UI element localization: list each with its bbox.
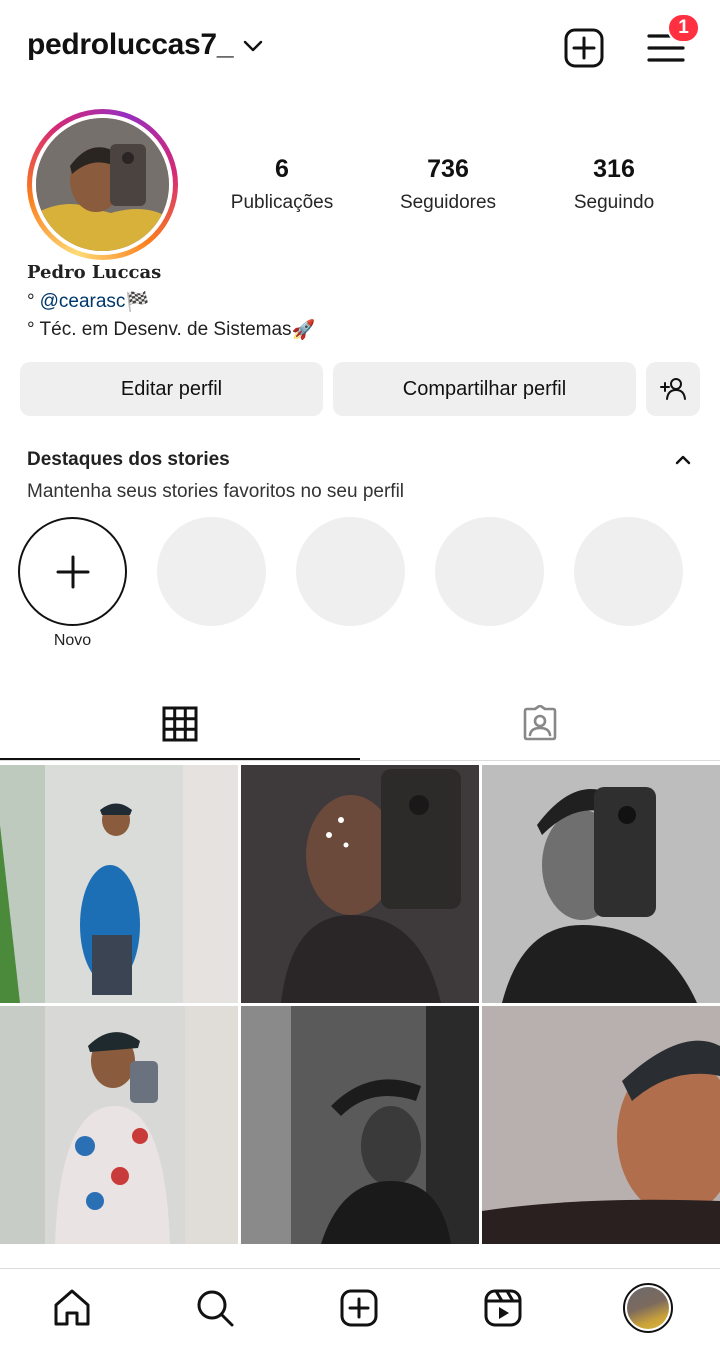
- post-thumbnail[interactable]: [482, 1006, 720, 1244]
- rocket-emoji: 🚀: [291, 320, 316, 341]
- highlights-subtitle: Mantenha seus stories favoritos no seu p…: [27, 481, 405, 502]
- post-thumbnail[interactable]: [241, 765, 479, 1003]
- top-bar: pedroluccas7_ 1: [0, 0, 720, 96]
- nav-search[interactable]: [190, 1283, 240, 1333]
- home-icon: [54, 1289, 90, 1326]
- grid-icon: [162, 706, 198, 742]
- tagged-icon: [523, 705, 557, 741]
- posts-count-label: Publicações: [230, 192, 334, 213]
- bio-mention-link[interactable]: @cearasc: [40, 291, 126, 313]
- tab-posts-grid[interactable]: [0, 686, 360, 762]
- new-highlight-label: Novo: [53, 632, 92, 649]
- posts-count[interactable]: 6 Publicações: [202, 155, 362, 214]
- chevron-up-icon[interactable]: [671, 448, 695, 472]
- bio-line-2: ° Téc. em Desenv. de Sistemas 🚀: [27, 318, 315, 342]
- tabs-divider: [0, 760, 720, 761]
- nav-reels[interactable]: [478, 1283, 528, 1333]
- new-highlight-button[interactable]: [18, 517, 127, 626]
- bio-line-1: ° @cearasc 🏁: [27, 290, 149, 314]
- post-thumbnail[interactable]: [0, 765, 238, 1003]
- discover-people-button[interactable]: [646, 362, 700, 416]
- highlight-placeholder: [296, 517, 405, 626]
- plus-icon: [56, 555, 89, 588]
- following-count[interactable]: 316 Seguindo: [534, 155, 694, 214]
- edit-profile-button[interactable]: Editar perfil: [20, 362, 323, 416]
- search-icon: [197, 1290, 234, 1327]
- profile-avatar[interactable]: [27, 109, 178, 260]
- posts-count-value: 6: [275, 155, 289, 183]
- bio-text: ° Téc. em Desenv. de Sistemas: [27, 319, 292, 340]
- profile-photo: [36, 118, 169, 251]
- highlights-title: Destaques dos stories: [27, 449, 230, 470]
- create-icon: [340, 1289, 378, 1327]
- full-name: Pedro Luccas: [27, 262, 162, 283]
- highlight-placeholder: [574, 517, 683, 626]
- post-thumbnail[interactable]: [241, 1006, 479, 1244]
- profile-avatar: [623, 1283, 673, 1333]
- highlight-placeholder: [435, 517, 544, 626]
- followers-count[interactable]: 736 Seguidores: [368, 155, 528, 214]
- account-switcher[interactable]: pedroluccas7_: [27, 28, 263, 62]
- username: pedroluccas7_: [27, 28, 234, 61]
- post-thumbnail[interactable]: [0, 1006, 238, 1244]
- tab-tagged[interactable]: [360, 686, 720, 762]
- nav-home[interactable]: [47, 1283, 97, 1333]
- following-count-value: 316: [593, 155, 635, 183]
- create-post-icon[interactable]: [563, 27, 605, 69]
- chevron-down-icon: [244, 40, 263, 52]
- checkered-flag-emoji: 🏁: [125, 292, 150, 313]
- nav-create[interactable]: [334, 1283, 384, 1333]
- add-person-icon: [660, 378, 686, 400]
- bottom-navigation: [0, 1268, 720, 1355]
- highlight-placeholder: [157, 517, 266, 626]
- followers-count-value: 736: [427, 155, 469, 183]
- notification-badge: 1: [667, 13, 700, 43]
- share-profile-button[interactable]: Compartilhar perfil: [333, 362, 636, 416]
- nav-profile[interactable]: [623, 1283, 673, 1333]
- post-thumbnail[interactable]: [482, 765, 720, 1003]
- followers-count-label: Seguidores: [399, 192, 497, 213]
- reels-icon: [484, 1289, 522, 1327]
- bio-bullet: °: [27, 291, 35, 312]
- following-count-label: Seguindo: [573, 192, 655, 213]
